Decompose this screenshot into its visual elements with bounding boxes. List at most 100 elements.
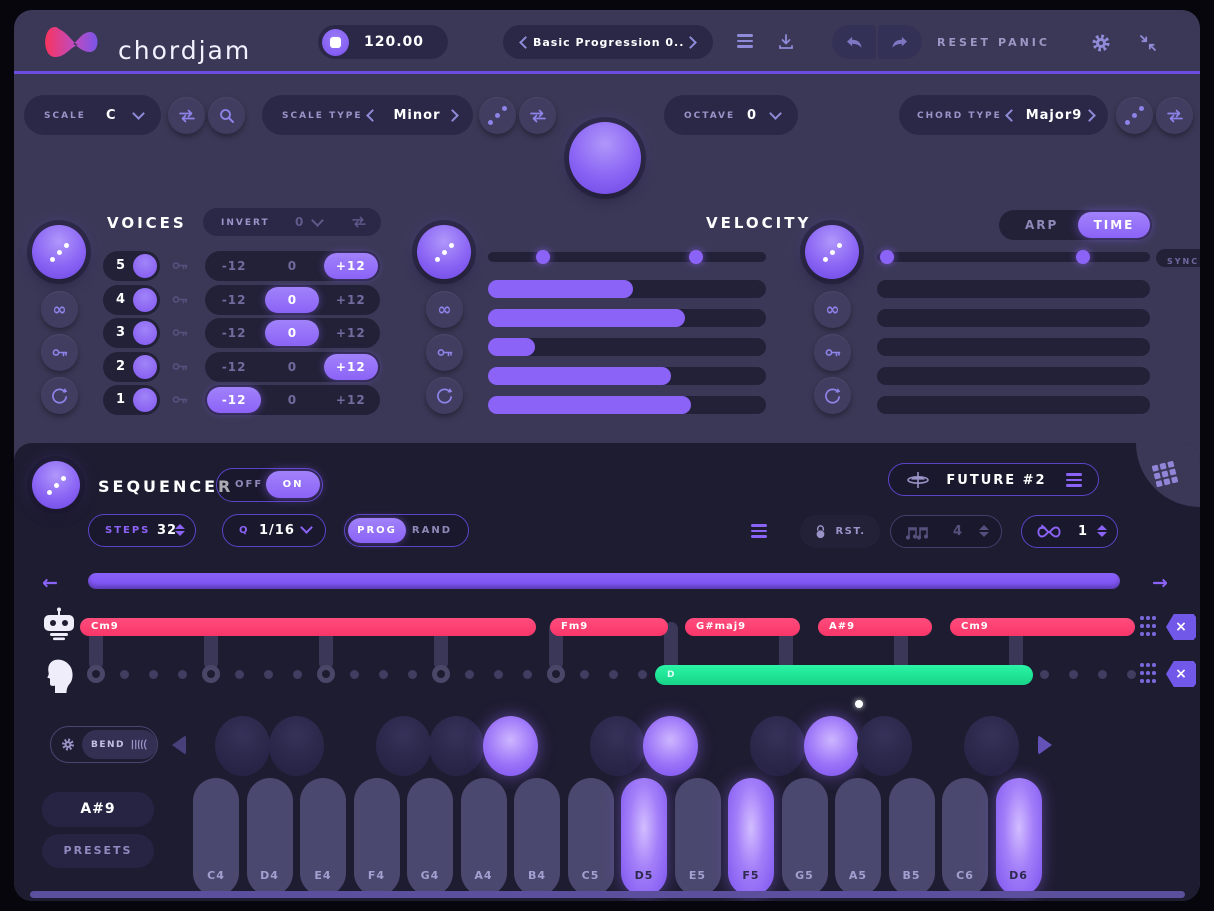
- sequencer-random-knob[interactable]: [32, 461, 80, 509]
- presets-button[interactable]: PRESETS: [42, 834, 154, 868]
- settings-gear-icon[interactable]: [1091, 33, 1111, 53]
- arp-range-handle-1[interactable]: [880, 250, 894, 264]
- rand-label[interactable]: RAND: [412, 525, 452, 536]
- octave-option[interactable]: -12: [207, 354, 261, 380]
- voice-key-icon[interactable]: [172, 394, 188, 405]
- key-A5[interactable]: A5: [835, 778, 881, 896]
- voice-octave-segment[interactable]: -12 0 +12: [205, 352, 380, 382]
- octave-option[interactable]: 0: [265, 387, 319, 413]
- black-key-knob-A#4[interactable]: [482, 716, 538, 776]
- octave-option[interactable]: +12: [323, 253, 378, 279]
- melody-note-block[interactable]: D: [655, 665, 1033, 685]
- keyboard-page-right-icon[interactable]: [1038, 735, 1052, 755]
- reset-button[interactable]: RESET: [936, 36, 992, 49]
- stepper-icon[interactable]: [175, 524, 185, 536]
- key-E4[interactable]: E4: [300, 778, 346, 896]
- voice-key-icon[interactable]: [172, 361, 188, 372]
- prog-pill[interactable]: PROG: [348, 518, 406, 543]
- chord-type-swap-button[interactable]: [1156, 97, 1193, 134]
- key-B4[interactable]: B4: [514, 778, 560, 896]
- power-on-pill[interactable]: ON: [266, 471, 320, 498]
- velocity-bar[interactable]: [488, 396, 766, 414]
- preset-next-icon[interactable]: [684, 36, 697, 49]
- octave-option[interactable]: 0: [265, 320, 320, 346]
- octave-option[interactable]: -12: [207, 287, 261, 313]
- sync-badge[interactable]: SYNC: [1156, 249, 1200, 267]
- chord-type-prev-icon[interactable]: [1005, 109, 1018, 122]
- black-key-knob-F#5[interactable]: [750, 716, 806, 776]
- black-key-knob-C#5[interactable]: [589, 716, 645, 776]
- octave-option[interactable]: +12: [324, 320, 378, 346]
- key-A4[interactable]: A4: [460, 778, 507, 896]
- bpm-display[interactable]: 120.00: [318, 25, 448, 59]
- key-G4[interactable]: G4: [407, 778, 453, 896]
- black-key-knob-C#4[interactable]: [215, 716, 271, 776]
- scale-selector[interactable]: SCALE C: [24, 95, 161, 135]
- octave-selector[interactable]: OCTAVE 0: [664, 95, 798, 135]
- voice-toggle[interactable]: [133, 254, 157, 278]
- redo-button[interactable]: [878, 25, 922, 59]
- menu-icon[interactable]: [737, 34, 753, 48]
- undo-button[interactable]: [832, 25, 876, 59]
- quantize-control[interactable]: Q 1/16: [222, 514, 326, 547]
- key-E5[interactable]: E5: [674, 778, 721, 896]
- chord-block[interactable]: G#maj9: [685, 618, 800, 636]
- octave-option[interactable]: 0: [265, 354, 319, 380]
- voice-octave-segment[interactable]: -12 0 +12: [205, 318, 380, 348]
- black-key-knob-G#5[interactable]: [803, 716, 859, 776]
- velocity-range-slider[interactable]: [488, 250, 766, 264]
- black-key-knob-A#5[interactable]: [857, 716, 913, 776]
- collapse-icon[interactable]: [1138, 33, 1158, 53]
- arp-range-slider[interactable]: [877, 250, 1150, 264]
- black-key-knob-D#5[interactable]: [643, 716, 699, 776]
- timeline-scroll-left-icon[interactable]: ←: [42, 572, 58, 594]
- chord-type-random-button[interactable]: [1116, 97, 1153, 134]
- velocity-reload-button[interactable]: [426, 377, 463, 414]
- velocity-random-knob[interactable]: [417, 225, 471, 279]
- human-head-icon[interactable]: [46, 657, 76, 694]
- power-off-label[interactable]: OFF: [235, 479, 263, 490]
- arp-bar[interactable]: [877, 280, 1150, 298]
- arp-infinity-button[interactable]: ∞: [814, 291, 851, 328]
- voice-key-icon[interactable]: [172, 327, 188, 338]
- invert-control[interactable]: INVERT 0: [203, 208, 381, 236]
- voice-toggle[interactable]: [133, 288, 157, 312]
- octave-option[interactable]: +12: [324, 287, 378, 313]
- chord-block[interactable]: A#9: [818, 618, 932, 636]
- rate-control[interactable]: 4: [890, 515, 1002, 548]
- arp-bar[interactable]: [877, 338, 1150, 356]
- steps-menu-icon[interactable]: [751, 524, 767, 538]
- timeline-progress-bar[interactable]: [88, 573, 1120, 589]
- scale-swap-button[interactable]: [168, 97, 205, 134]
- arp-lock-key-button[interactable]: [814, 334, 851, 371]
- voice-toggle[interactable]: [133, 321, 157, 345]
- time-tab[interactable]: TIME: [1078, 212, 1150, 238]
- gear-icon[interactable]: [61, 736, 75, 753]
- key-D6[interactable]: D6: [995, 778, 1042, 896]
- chord-track-drag-handle[interactable]: [1140, 616, 1156, 638]
- reset-lock-button[interactable]: RST.: [800, 515, 880, 548]
- keyboard-page-left-icon[interactable]: [172, 735, 186, 755]
- velocity-bar[interactable]: [488, 338, 766, 356]
- chord-block[interactable]: Fm9: [550, 618, 668, 636]
- voices-reload-button[interactable]: [41, 377, 78, 414]
- octave-option[interactable]: -12: [207, 253, 261, 279]
- preset-selector[interactable]: Basic Progression 0..: [503, 25, 713, 59]
- preset-prev-icon[interactable]: [519, 36, 532, 49]
- black-key-knob-G#4[interactable]: [429, 716, 485, 776]
- key-B5[interactable]: B5: [888, 778, 935, 896]
- melody-track-drag-handle[interactable]: [1140, 663, 1156, 685]
- chord-display[interactable]: A#9: [42, 792, 154, 827]
- key-C6[interactable]: C6: [942, 778, 988, 896]
- key-F4[interactable]: F4: [353, 778, 400, 896]
- keyboard-grid-icon[interactable]: [1150, 459, 1180, 489]
- velocity-range-handle-1[interactable]: [536, 250, 550, 264]
- key-F5[interactable]: F5: [728, 778, 774, 896]
- velocity-infinity-button[interactable]: ∞: [426, 291, 463, 328]
- sequencer-preset-menu-icon[interactable]: [1066, 473, 1082, 487]
- black-key-knob-D#4[interactable]: [268, 716, 324, 776]
- bend-button[interactable]: BEND: [81, 730, 157, 759]
- robot-icon[interactable]: [40, 607, 78, 642]
- stop-button[interactable]: [322, 29, 349, 56]
- black-key-knob-F#4[interactable]: [375, 716, 431, 776]
